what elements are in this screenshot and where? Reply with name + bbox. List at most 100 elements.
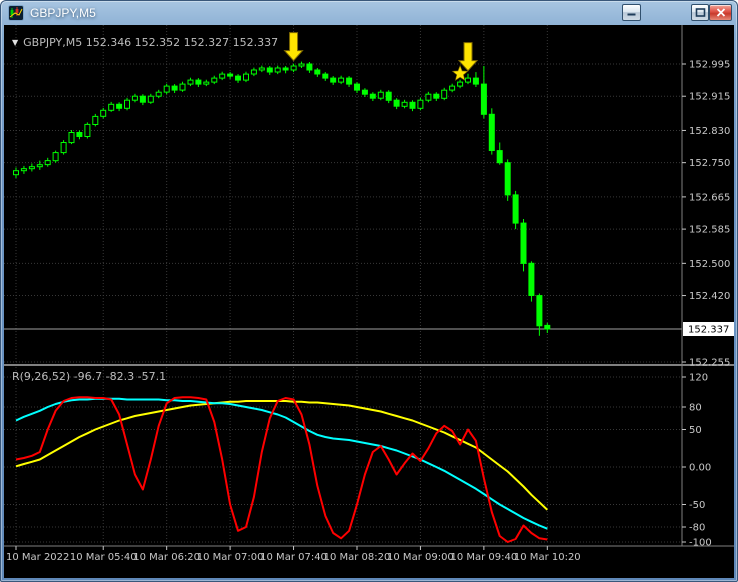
candlestick [449, 83, 456, 93]
indicator-axis-label: -50 [689, 500, 705, 511]
candle-body [504, 162, 511, 196]
candlestick [441, 87, 448, 101]
candle-body [163, 85, 170, 93]
indicator-axis-label: 80 [689, 403, 702, 414]
candle-body [36, 164, 43, 168]
candle-body [409, 101, 416, 109]
candlestick [116, 102, 123, 112]
candle-body [314, 69, 321, 75]
candlestick [195, 78, 202, 87]
candle-body [544, 324, 551, 330]
candle-body [139, 95, 146, 103]
candlestick [203, 79, 210, 87]
candlestick [322, 72, 329, 81]
candle-body [441, 89, 448, 99]
chart-window: GBPJPY,M5 152.995 152.915 152.830 152.750 15… [0, 0, 738, 582]
candle-body [195, 79, 202, 85]
candle-body [28, 166, 35, 170]
candlestick [433, 92, 440, 101]
candlestick [314, 68, 321, 77]
candlestick [60, 140, 67, 155]
time-axis-label: 10 Mar 05:40 [70, 552, 137, 563]
candle-body [425, 93, 432, 101]
candle-body [536, 295, 543, 327]
candle-body [131, 95, 138, 101]
candle-body [266, 67, 273, 73]
candlestick [227, 72, 234, 79]
candle-body [369, 93, 376, 99]
candlestick [377, 89, 384, 101]
maximize-button[interactable] [691, 4, 709, 21]
maximize-icon [695, 8, 705, 17]
candle-body [496, 150, 503, 164]
sell-signal-arrow[interactable] [457, 42, 479, 72]
price-axis-label: 152.665 [689, 192, 730, 203]
indicator-axis-label: -80 [689, 523, 705, 534]
candlestick [28, 163, 35, 172]
candle-body [60, 142, 67, 154]
candlestick [338, 75, 345, 85]
price-axis-label: 152.500 [689, 259, 730, 270]
chart-client-area: 152.995 152.915 152.830 152.750 152.665 152.5… [4, 25, 734, 578]
close-icon [716, 8, 725, 17]
one-click-trading-arrow[interactable]: ▼ [12, 38, 18, 47]
candle-body [282, 67, 289, 71]
minimize-button[interactable] [622, 4, 641, 21]
candle-body [433, 93, 440, 99]
candlestick [155, 89, 162, 99]
candle-body [465, 77, 471, 83]
close-button[interactable] [709, 4, 732, 21]
candlestick [20, 165, 27, 174]
sell-signal-arrow[interactable] [283, 32, 304, 62]
candlestick [480, 66, 487, 119]
time-axis-label: 10 Mar 09:00 [387, 552, 454, 563]
candle-body [116, 103, 123, 109]
candle-body [528, 262, 535, 297]
candle-body [472, 77, 479, 85]
candle-body [488, 113, 495, 152]
candle-body [520, 222, 527, 264]
time-axis-label: 10 Mar 08:20 [324, 552, 391, 563]
candlestick [171, 84, 178, 93]
candlestick [147, 93, 154, 104]
candlestick [465, 73, 471, 85]
candle-body [306, 63, 313, 71]
candle-body [449, 85, 456, 91]
price-axis-label: 152.995 [689, 60, 730, 71]
indicator-line-r52 [15, 400, 548, 511]
candlestick [393, 98, 400, 110]
candlestick [76, 130, 83, 140]
candlestick [179, 81, 186, 92]
candle-body [354, 83, 360, 91]
candlestick [250, 67, 257, 77]
candlestick [44, 157, 51, 167]
candle-body [100, 109, 107, 117]
candle-body [258, 67, 265, 71]
price-axis-label: 152.915 [689, 92, 730, 103]
candlestick [211, 75, 218, 85]
candlestick [92, 113, 99, 127]
candle-body [171, 85, 178, 91]
candlestick [409, 100, 416, 112]
candlestick [298, 61, 305, 68]
candle-body [76, 132, 83, 137]
candle-body [20, 168, 27, 172]
candle-body [124, 99, 130, 109]
candle-body [377, 91, 384, 99]
candle-body [330, 77, 337, 83]
price-axis-label: 152.585 [689, 225, 730, 236]
candlestick [346, 76, 353, 87]
candlestick [219, 71, 226, 81]
window-title: GBPJPY,M5 [30, 5, 96, 20]
candlestick [504, 159, 511, 201]
candle-body [92, 115, 99, 126]
candle-body [298, 63, 305, 67]
candlestick [512, 190, 519, 230]
candle-body [322, 73, 329, 79]
candlestick [306, 62, 313, 73]
candle-body [68, 132, 75, 144]
candle-body [290, 65, 297, 71]
chart-canvas[interactable]: 152.995 152.915 152.830 152.750 152.665 152.5… [4, 25, 734, 578]
candle-body [250, 69, 257, 75]
candlestick [187, 77, 194, 87]
